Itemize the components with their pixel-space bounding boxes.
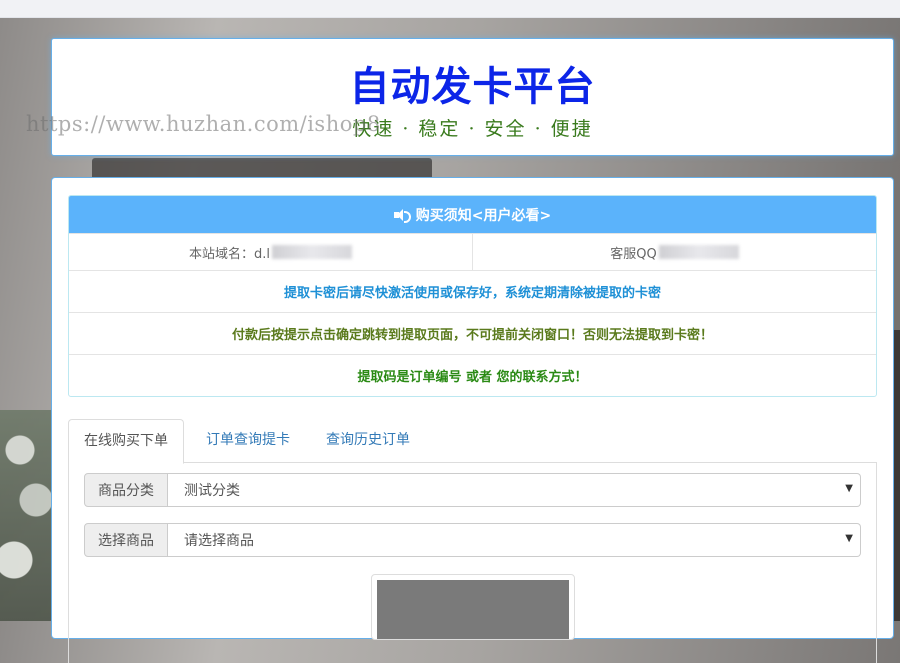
- service-contact-text: 客服QQ: [610, 246, 657, 262]
- product-image-frame: [371, 574, 575, 640]
- redacted-domain: [272, 245, 352, 259]
- site-info-row: 本站域名：d.l 客服QQ: [69, 233, 876, 270]
- product-image: [377, 580, 569, 639]
- service-contact: 客服QQ: [472, 234, 876, 270]
- redacted-qq: [658, 245, 739, 259]
- tab-order-history[interactable]: 查询历史订单: [311, 419, 425, 461]
- notice-heading-text: 购买须知<用户必看>: [415, 207, 552, 224]
- purchase-notice: 购买须知<用户必看> 本站域名：d.l 客服QQ 提取卡密后请尽快激活使用或保存…: [68, 195, 877, 397]
- site-domain: 本站域名：d.l: [69, 234, 472, 270]
- product-row: 选择商品 请选择商品 ▼: [84, 523, 861, 557]
- watermark-text: https://www.huzhan.com/ishop8: [26, 112, 381, 136]
- site-title: 自动发卡平台: [349, 64, 596, 110]
- notice-heading: 购买须知<用户必看>: [69, 196, 876, 233]
- order-tabs: 在线购买下单 订单查询提卡 查询历史订单: [68, 419, 877, 464]
- site-domain-text: 本站域名：d.l: [189, 246, 270, 262]
- category-select[interactable]: 测试分类 ▼: [168, 473, 861, 507]
- background-plant: [0, 410, 55, 621]
- product-selected-value: 请选择商品: [184, 533, 254, 549]
- volume-icon: [393, 208, 411, 223]
- notice-line-1: 提取卡密后请尽快激活使用或保存好，系统定期清除被提取的卡密: [69, 270, 876, 312]
- category-selected-value: 测试分类: [184, 483, 240, 499]
- notice-line-2: 付款后按提示点击确定跳转到提取页面，不可提前关闭窗口！否则无法提取到卡密！: [69, 312, 876, 354]
- dropdown-caret-icon: ▼: [845, 533, 853, 544]
- product-label: 选择商品: [84, 523, 168, 557]
- dropdown-caret-icon: ▼: [845, 483, 853, 494]
- main-panel: 购买须知<用户必看> 本站域名：d.l 客服QQ 提取卡密后请尽快激活使用或保存…: [51, 177, 894, 663]
- product-select[interactable]: 请选择商品 ▼: [168, 523, 861, 557]
- category-label: 商品分类: [84, 473, 168, 507]
- tab-buy-online[interactable]: 在线购买下单: [68, 419, 184, 464]
- category-row: 商品分类 测试分类 ▼: [84, 473, 861, 507]
- site-header: 自动发卡平台 快速 · 稳定 · 安全 · 便捷: [51, 38, 894, 156]
- tab-order-query[interactable]: 订单查询提卡: [191, 419, 305, 461]
- browser-top-bar: [0, 0, 900, 18]
- notice-line-3: 提取码是订单编号 或者 您的联系方式！: [69, 354, 876, 396]
